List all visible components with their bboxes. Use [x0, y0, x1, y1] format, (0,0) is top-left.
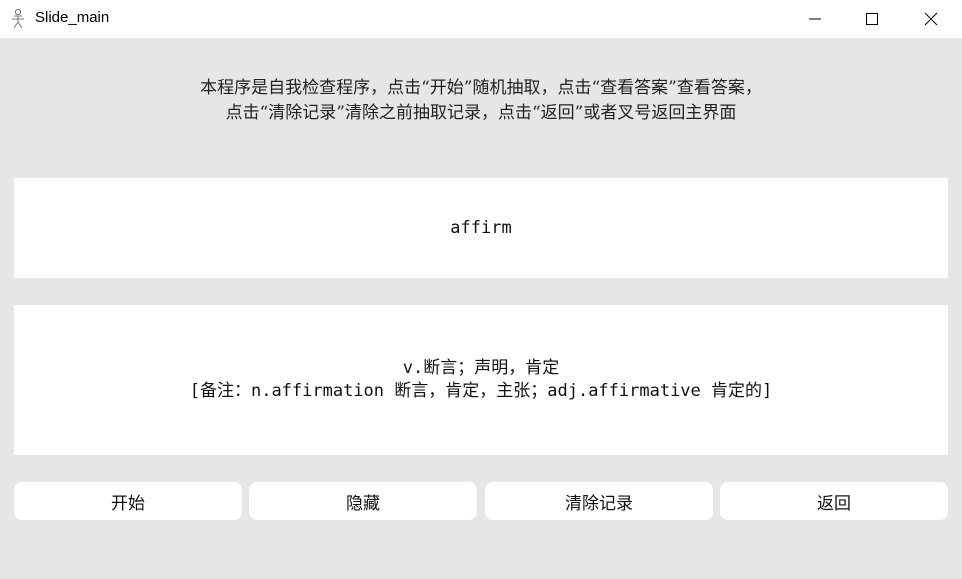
maximize-icon	[866, 13, 878, 25]
word-panel: affirm	[14, 178, 948, 278]
answer-definition: v.断言；声明，肯定	[402, 358, 560, 378]
start-button[interactable]: 开始	[14, 482, 242, 520]
window-title: Slide_main	[35, 9, 110, 26]
answer-panel: v.断言；声明，肯定 [备注：n.affirmation 断言，肯定，主张；ad…	[14, 305, 948, 455]
maximize-button[interactable]	[843, 0, 901, 38]
app-figure-icon	[8, 8, 28, 30]
word-label: affirm	[450, 218, 512, 238]
answer-note: [备注：n.affirmation 断言，肯定，主张；adj.affirmati…	[189, 381, 773, 401]
back-button[interactable]: 返回	[720, 482, 948, 520]
instructions-line-1: 本程序是自我检查程序，点击“开始”随机抽取，点击“查看答案”查看答案，	[200, 78, 762, 98]
hide-button[interactable]: 隐藏	[249, 482, 477, 520]
close-icon	[924, 12, 938, 26]
minimize-button[interactable]	[786, 0, 844, 38]
instructions-line-2: 点击“清除记录”清除之前抽取记录，点击“返回”或者叉号返回主界面	[225, 103, 737, 123]
clear-records-button[interactable]: 清除记录	[485, 482, 713, 520]
close-button[interactable]	[902, 0, 960, 38]
instructions-text: 本程序是自我检查程序，点击“开始”随机抽取，点击“查看答案”查看答案， 点击“清…	[0, 76, 962, 126]
minimize-icon	[809, 18, 821, 20]
title-bar: Slide_main	[0, 0, 962, 38]
